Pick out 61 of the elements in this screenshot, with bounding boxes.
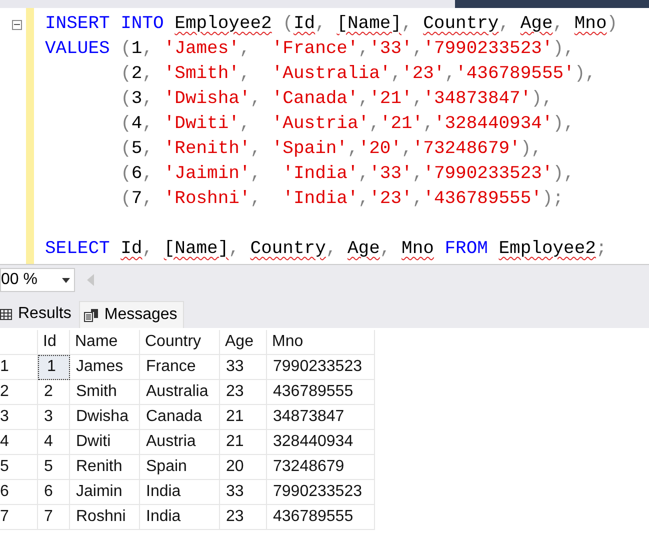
table-cell: Renith xyxy=(70,455,140,480)
row-number[interactable]: 5 xyxy=(0,455,38,480)
column-header[interactable]: Country xyxy=(140,330,220,355)
table-cell: France xyxy=(140,355,220,380)
table-cell: India xyxy=(140,480,220,505)
table-cell: Dwisha xyxy=(70,405,140,430)
table-cell: 23 xyxy=(220,380,267,405)
code-line: VALUES (1, 'James', 'France','33','7990233523'), xyxy=(45,39,574,59)
code-line: (3, 'Dwisha', 'Canada','21','34873847'), xyxy=(120,89,553,109)
table-cell: 2 xyxy=(38,380,70,405)
table-cell: 7 xyxy=(38,505,70,530)
collapse-icon[interactable] xyxy=(12,20,22,30)
column-header[interactable]: Mno xyxy=(267,330,375,355)
row-number[interactable]: 7 xyxy=(0,505,38,530)
column-header[interactable]: Age xyxy=(220,330,267,355)
table-cell: Roshni xyxy=(70,505,140,530)
table-cell: Spain xyxy=(140,455,220,480)
table-cell: 436789555 xyxy=(267,505,375,530)
table-cell: 6 xyxy=(38,480,70,505)
table-cell: Australia xyxy=(140,380,220,405)
column-header[interactable]: Name xyxy=(70,330,140,355)
table-cell: 73248679 xyxy=(267,455,375,480)
table-cell: 7990233523 xyxy=(267,355,375,380)
row-number[interactable]: 6 xyxy=(0,480,38,505)
code-line: (7, 'Roshni', 'India','23','436789555'); xyxy=(120,189,564,209)
zoom-dropdown[interactable]: 00 % xyxy=(0,268,75,292)
table-cell: Jaimin xyxy=(70,480,140,505)
code-line: (4, 'Dwiti', 'Austria','21','328440934'), xyxy=(120,114,574,134)
table-cell: India xyxy=(140,505,220,530)
table-cell: 33 xyxy=(220,355,267,380)
table-cell: Austria xyxy=(140,430,220,455)
row-number[interactable]: 3 xyxy=(0,405,38,430)
row-number[interactable]: 4 xyxy=(0,430,38,455)
row-number[interactable]: 2 xyxy=(0,380,38,405)
table-cell: 21 xyxy=(220,405,267,430)
table-cell: 21 xyxy=(220,430,267,455)
table-cell: 3 xyxy=(38,405,70,430)
table-cell: James xyxy=(70,355,140,380)
table-cell: Canada xyxy=(140,405,220,430)
code-line: INSERT INTO Employee2 (Id, [Name], Country, Age, Mno) xyxy=(45,14,618,34)
messages-icon xyxy=(84,308,98,322)
code-line: (6, 'Jaimin', 'India','33','7990233523'), xyxy=(120,164,574,184)
scroll-left-icon[interactable] xyxy=(87,274,94,286)
table-cell: Dwiti xyxy=(70,430,140,455)
table-cell: 34873847 xyxy=(267,405,375,430)
table-cell: 328440934 xyxy=(267,430,375,455)
table-cell: 436789555 xyxy=(267,380,375,405)
code-line: (5, 'Renith', 'Spain','20','73248679'), xyxy=(120,139,542,159)
table-cell: 33 xyxy=(220,480,267,505)
code-line: (2, 'Smith', 'Australia','23','436789555'), xyxy=(120,64,596,84)
result-tab[interactable]: Messages xyxy=(79,301,184,328)
code-line: SELECT Id, [Name], Country, Age, Mno FROM Employee2; xyxy=(45,239,607,259)
table-cell: Smith xyxy=(70,380,140,405)
table-cell: 20 xyxy=(220,455,267,480)
table-cell: 7990233523 xyxy=(267,480,375,505)
caret-icon xyxy=(62,278,70,282)
table-cell: 5 xyxy=(38,455,70,480)
table-cell: 4 xyxy=(38,430,70,455)
table-cell: 1 xyxy=(38,355,70,380)
grid-icon xyxy=(0,308,12,320)
table-cell: 23 xyxy=(220,505,267,530)
